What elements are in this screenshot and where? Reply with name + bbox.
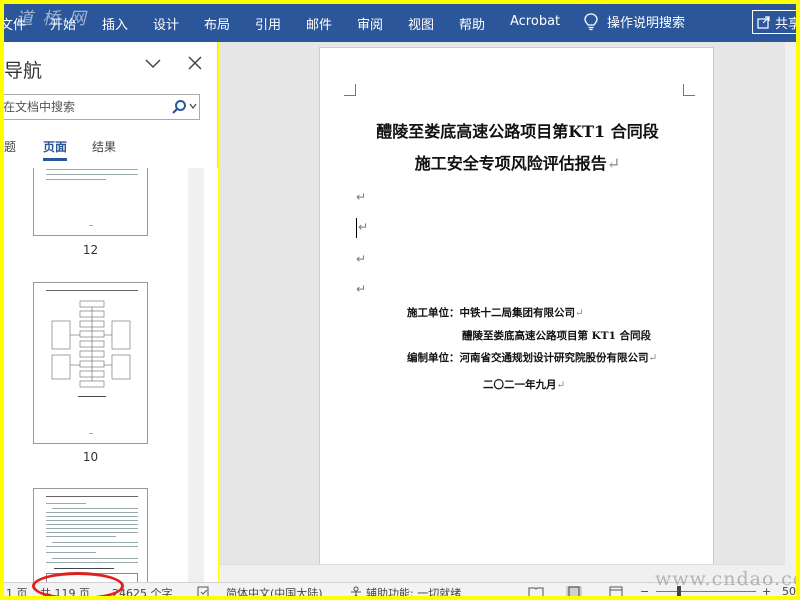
nav-search-box: [0, 94, 200, 120]
tab-design[interactable]: 设计: [153, 14, 179, 33]
status-page[interactable]: 1 页: [6, 585, 28, 600]
zoom-slider[interactable]: [656, 591, 756, 592]
search-input[interactable]: [3, 97, 163, 117]
tell-me-search[interactable]: 操作说明搜索: [583, 12, 685, 31]
tab-insert[interactable]: 插入: [102, 14, 128, 33]
ribbon-tabs-bar: 文件 开始 插入 设计 布局 引用 邮件 审阅 视图 帮助 Acrobat 操作…: [0, 0, 800, 42]
flowchart-thumbnail-image: [51, 300, 131, 388]
watermark-bottom: www.cndao.com: [655, 568, 800, 590]
document-title-line2[interactable]: 施工安全专项风险评估报告↵: [320, 150, 715, 174]
status-accessibility[interactable]: 辅助功能: 一切就绪: [366, 585, 461, 600]
share-button[interactable]: 共享: [752, 10, 800, 34]
margin-marker: [683, 84, 695, 96]
compile-unit-line[interactable]: 编制单位：河南省交通规划设计研究院股份有限公司↵: [407, 350, 657, 365]
construction-unit-line[interactable]: 施工单位：中铁十二局集团有限公司↵: [407, 305, 584, 320]
thumbnails-scrollbar[interactable]: [188, 168, 204, 582]
annotation-circle: [32, 572, 124, 600]
document-title-line2-text: 施工安全专项风险评估报告: [414, 154, 607, 173]
empty-paragraph[interactable]: ↵: [356, 190, 366, 204]
document-canvas: 醴陵至娄底高速公路项目第KT1 合同段 施工安全专项风险评估报告↵ ↵ ↵ ↵ …: [219, 42, 800, 582]
share-icon: [757, 16, 770, 29]
construction-unit-value: 中铁十二局集团有限公司: [459, 307, 576, 319]
page-thumbnail[interactable]: [33, 168, 148, 236]
page-thumbnails: 12 10: [0, 168, 218, 582]
paragraph-mark: ↵: [575, 307, 584, 319]
tab-references[interactable]: 引用: [255, 14, 281, 33]
tab-help[interactable]: 帮助: [459, 14, 485, 33]
tab-layout[interactable]: 布局: [204, 14, 230, 33]
tab-mailings[interactable]: 邮件: [306, 14, 332, 33]
search-options-dropdown-icon[interactable]: [189, 102, 197, 110]
read-mode-icon[interactable]: [528, 586, 544, 599]
empty-paragraph[interactable]: ↵: [356, 282, 366, 296]
page-thumbnail-number: 12: [82, 243, 99, 257]
web-layout-icon[interactable]: [608, 586, 624, 599]
document-title-line1[interactable]: 醴陵至娄底高速公路项目第KT1 合同段: [320, 118, 715, 142]
compile-unit-value: 河南省交通规划设计研究院股份有限公司: [459, 352, 649, 364]
vertical-scrollbar[interactable]: [785, 42, 800, 582]
chevron-down-icon[interactable]: [144, 56, 162, 70]
document-page[interactable]: 醴陵至娄底高速公路项目第KT1 合同段 施工安全专项风险评估报告↵ ↵ ↵ ↵ …: [319, 47, 714, 567]
tab-pages[interactable]: 页面: [43, 138, 68, 161]
paragraph-mark: ↵: [556, 379, 566, 391]
proofing-icon[interactable]: [196, 586, 212, 599]
paragraph-mark: ↵: [606, 154, 621, 173]
page-thumbnail-number: 10: [82, 450, 99, 464]
close-icon[interactable]: [186, 54, 204, 72]
tab-view[interactable]: 视图: [408, 14, 434, 33]
navigation-pane: 导航 标题 页面 结果 12: [0, 42, 218, 582]
print-layout-icon[interactable]: [566, 586, 582, 599]
status-language[interactable]: 简体中文(中国大陆): [226, 585, 323, 600]
construction-unit-label: 施工单位：: [407, 307, 460, 319]
report-date: 二〇二一年九月: [483, 379, 557, 391]
report-date-line[interactable]: 二〇二一年九月↵: [483, 377, 565, 392]
tell-me-label: 操作说明搜索: [607, 16, 686, 31]
nav-tabs: 标题 页面 结果: [0, 138, 200, 162]
watermark-top: 道 桥 网: [16, 9, 88, 29]
page-thumbnail[interactable]: [33, 282, 148, 444]
empty-paragraph[interactable]: ↵: [356, 252, 366, 266]
zoom-out-button[interactable]: −: [640, 585, 649, 598]
empty-paragraph[interactable]: ↵: [358, 220, 368, 234]
tab-acrobat[interactable]: Acrobat: [510, 14, 560, 29]
accessibility-icon[interactable]: [348, 586, 364, 599]
compile-unit-label: 编制单位：: [407, 352, 460, 364]
share-label: 共享: [775, 16, 800, 32]
page-thumbnail[interactable]: [33, 488, 148, 582]
paragraph-mark: ↵: [648, 352, 658, 364]
lightbulb-icon: [584, 12, 598, 30]
margin-marker: [344, 84, 356, 96]
nav-pane-title: 导航: [4, 60, 43, 82]
search-icon[interactable]: [171, 99, 187, 115]
construction-unit-line2[interactable]: 醴陵至娄底高速公路项目第 KT1 合同段: [462, 328, 651, 343]
tab-review[interactable]: 审阅: [357, 14, 383, 33]
text-cursor: [356, 218, 357, 238]
tab-headings[interactable]: 标题: [0, 138, 16, 155]
tab-results[interactable]: 结果: [92, 138, 116, 155]
